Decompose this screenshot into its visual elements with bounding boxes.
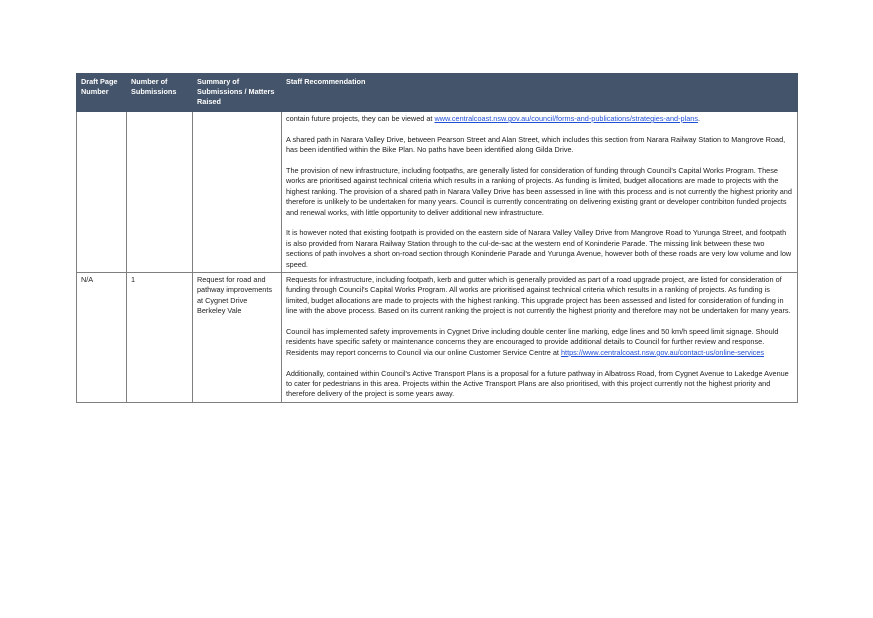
online-services-link[interactable]: https://www.centralcoast.nsw.gov.au/cont… [561,348,764,357]
recommendation-paragraph: Additionally, contained within Council's… [286,368,789,399]
header-draft-page-number: Draft Page Number [76,73,127,112]
submissions-table: Draft Page Number Number of Submissions … [76,73,798,403]
recommendation-paragraph: It is however noted that existing footpa… [286,228,792,269]
cell-count: 1 [126,272,193,403]
header-row: Draft Page Number Number of Submissions … [76,73,798,112]
recommendation-paragraph: The provision of new infrastructure, inc… [286,166,792,217]
cell-recommendation: Requests for infrastructure, including f… [281,272,798,403]
cell-summary: Request for road and pathway improvement… [192,272,282,403]
document-page: Draft Page Number Number of Submissions … [0,0,873,618]
paragraph-text: . [697,114,700,123]
recommendation-paragraph: contain future projects, they can be vie… [286,114,793,124]
cell-count [126,110,193,274]
table-row: N/A 1 Request for road and pathway impro… [76,272,798,403]
paragraph-text: contain future projects, they can be vie… [286,114,435,123]
cell-recommendation: contain future projects, they can be vie… [281,110,798,274]
recommendation-paragraph: Council has implemented safety improveme… [286,327,793,358]
recommendation-paragraph: Requests for infrastructure, including f… [286,275,791,316]
recommendation-paragraph: A shared path in Narara Valley Drive, be… [286,134,786,155]
cell-page: N/A [76,272,127,403]
table-header: Draft Page Number Number of Submissions … [76,73,798,112]
strategies-and-plans-link[interactable]: www.centralcoast.nsw.gov.au/council/form… [434,114,698,123]
cell-page [76,110,127,274]
header-staff-recommendation: Staff Recommendation [281,73,798,112]
table-row: contain future projects, they can be vie… [76,110,798,274]
cell-summary [192,110,282,274]
header-number-of-submissions: Number of Submissions [126,73,193,112]
header-summary: Summary of Submissions / Matters Raised [192,73,282,112]
